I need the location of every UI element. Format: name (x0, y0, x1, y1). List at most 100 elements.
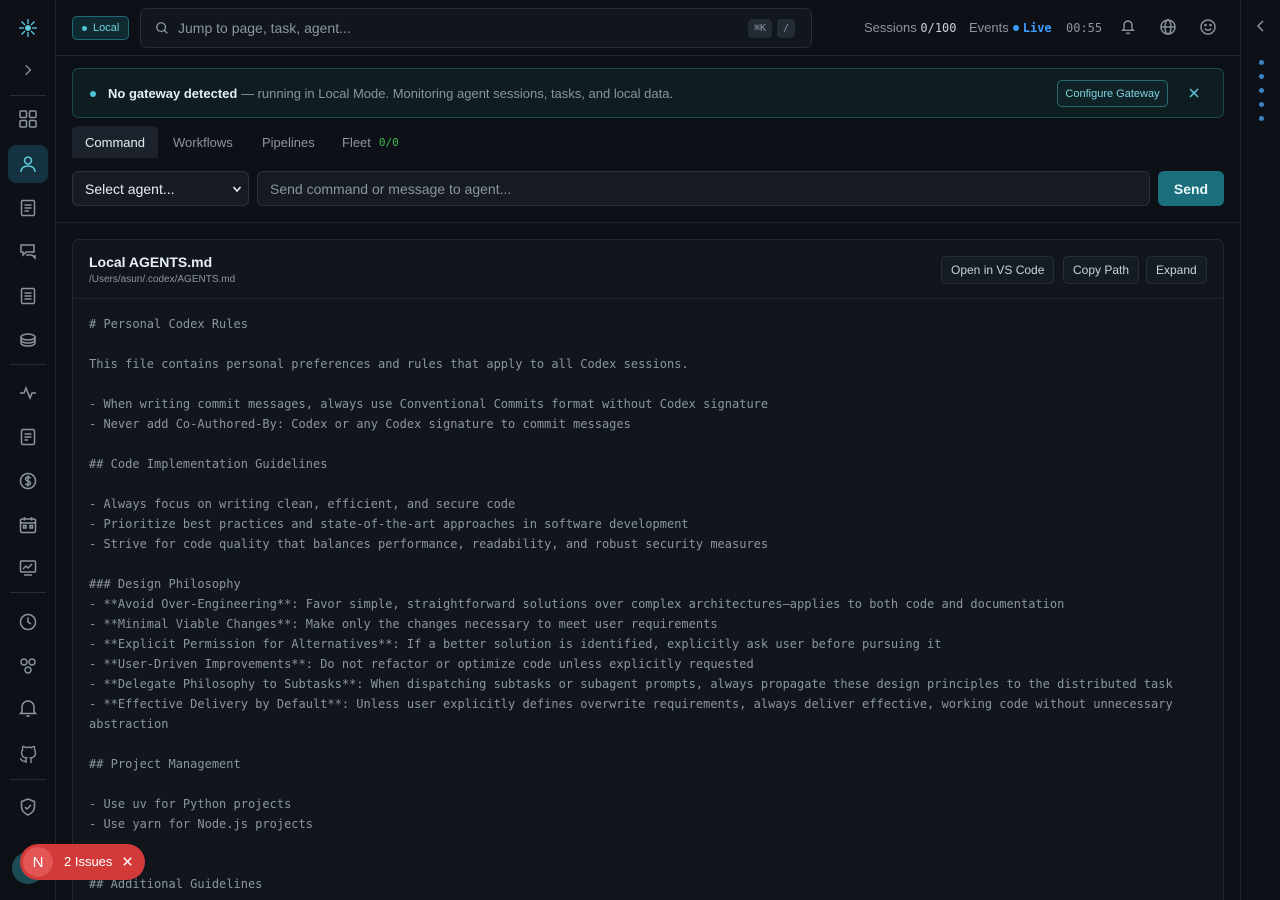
mode-badge[interactable]: Local (72, 16, 130, 40)
chevron-down-icon (232, 186, 242, 193)
sidebar-item-chat[interactable] (8, 232, 48, 270)
sidebar-item-agents[interactable] (8, 145, 48, 183)
sidebar-item-security[interactable] (8, 788, 48, 826)
code-line: - Prioritize best practices and state-of… (89, 517, 689, 531)
expand-sidebar-button[interactable] (8, 51, 48, 89)
sidebar (0, 0, 56, 900)
top-bar: Local Jump to page, task, agent... ⌘K / … (56, 0, 1240, 56)
live-dot (1012, 25, 1019, 31)
rail-dot[interactable] (1259, 74, 1264, 79)
rail-dot[interactable] (1259, 60, 1264, 65)
sidebar-item-logs[interactable] (8, 277, 48, 315)
document-icon (20, 199, 36, 217)
sidebar-item-costs[interactable] (8, 462, 48, 500)
code-line: This file contains personal preferences … (89, 357, 689, 371)
right-rail (1240, 0, 1280, 900)
tab-label: Command (85, 134, 145, 150)
agent-select[interactable]: Select agent... (72, 171, 249, 206)
code-line: abstraction (89, 717, 169, 731)
sidebar-item-integrations[interactable] (8, 647, 48, 685)
global-search-input[interactable]: Jump to page, task, agent... ⌘K / (140, 8, 812, 48)
gateway-banner: No gateway detected — running in Local M… (72, 68, 1224, 118)
sidebar-divider (10, 95, 46, 96)
panel-header: Local AGENTS.md /Users/asun/.codex/AGENT… (73, 240, 1223, 299)
tab-command[interactable]: Command (72, 126, 158, 158)
chevron-left-icon[interactable] (1253, 18, 1269, 34)
rail-dot[interactable] (1259, 116, 1264, 121)
close-icon[interactable] (1187, 86, 1201, 100)
bell-icon (18, 700, 38, 718)
banner-status-dot (90, 91, 96, 97)
sidebar-divider (10, 592, 46, 593)
code-line: - **User-Driven Improvements**: Do not r… (89, 657, 754, 671)
sessions-value: 0/100 (920, 21, 957, 35)
live-label: Live (1022, 21, 1052, 35)
issues-toast[interactable]: N 2 Issues (20, 844, 145, 880)
code-line: - Never add Co-Authored-By: Codex or any… (89, 417, 631, 431)
github-icon (19, 745, 37, 763)
issues-label: 2 Issues (64, 854, 113, 869)
file-content[interactable]: # Personal Codex Rules This file contains… (89, 314, 1207, 894)
banner-title: No gateway detected (108, 86, 238, 101)
user-icon (20, 156, 36, 173)
smiley-icon[interactable] (1199, 18, 1217, 36)
sidebar-item-tasks[interactable] (8, 189, 48, 227)
tab-label: Pipelines (262, 134, 315, 150)
copy-path-button[interactable]: Copy Path (1063, 256, 1140, 284)
globe-icon[interactable] (1159, 18, 1177, 36)
tab-fleet[interactable]: Fleet 0/0 (329, 126, 412, 158)
sidebar-item-memory[interactable] (8, 322, 48, 360)
code-line: - Use yarn for Node.js projects (89, 817, 313, 831)
list-icon (20, 287, 36, 305)
code-line: ## Project Management (89, 757, 241, 771)
sidebar-item-docs[interactable] (8, 418, 48, 456)
clock-icon (19, 613, 37, 631)
command-placeholder: Send command or message to agent... (270, 180, 512, 197)
sidebar-item-activity[interactable] (8, 374, 48, 412)
code-line: - **Minimal Viable Changes**: Make only … (89, 617, 718, 631)
sidebar-item-github[interactable] (8, 735, 48, 773)
code-line: - Strive for code quality that balances … (89, 537, 769, 551)
banner-text: — running in Local Mode. Monitoring agen… (237, 86, 674, 101)
activity-icon (20, 385, 36, 401)
agents-md-panel: Local AGENTS.md /Users/asun/.codex/AGENT… (72, 239, 1224, 900)
sidebar-item-metrics[interactable] (8, 549, 48, 587)
command-input[interactable]: Send command or message to agent... (257, 171, 1150, 206)
chart-icon (19, 560, 37, 576)
agent-select-value: Select agent... (85, 180, 175, 197)
logo-icon (19, 19, 37, 37)
app-logo[interactable] (10, 10, 46, 46)
events-label: Events (969, 20, 1009, 35)
send-button[interactable]: Send (1158, 171, 1224, 206)
search-icon (156, 22, 168, 34)
bulb-icon[interactable] (1119, 18, 1137, 36)
tab-workflows[interactable]: Workflows (160, 126, 246, 158)
file-text-icon (20, 428, 36, 446)
status-dot (82, 25, 87, 31)
issues-avatar: N (23, 847, 53, 877)
sessions-label: Sessions (864, 20, 917, 35)
tab-pipelines[interactable]: Pipelines (249, 126, 328, 158)
shortcut-key-cmdk: ⌘K (748, 19, 773, 38)
rail-dot[interactable] (1259, 102, 1264, 107)
sidebar-item-dashboard[interactable] (8, 100, 48, 138)
close-icon[interactable] (121, 855, 134, 868)
code-line: ## Additional Guidelines (89, 877, 263, 891)
sidebar-item-history[interactable] (8, 603, 48, 641)
expand-button[interactable]: Expand (1146, 256, 1207, 284)
integrations-icon (20, 658, 36, 674)
clock: 00:55 (1066, 20, 1102, 35)
open-in-vscode-button[interactable]: Open in VS Code (941, 256, 1055, 284)
sidebar-item-schedule[interactable] (8, 506, 48, 544)
sidebar-item-alerts[interactable] (8, 689, 48, 727)
configure-gateway-button[interactable]: Configure Gateway (1057, 80, 1168, 107)
chat-icon (20, 244, 36, 260)
code-line: - **Delegate Philosophy to Subtasks**: W… (89, 677, 1173, 691)
events-stat[interactable]: Events Live (969, 20, 1052, 35)
rail-dot[interactable] (1259, 88, 1264, 93)
